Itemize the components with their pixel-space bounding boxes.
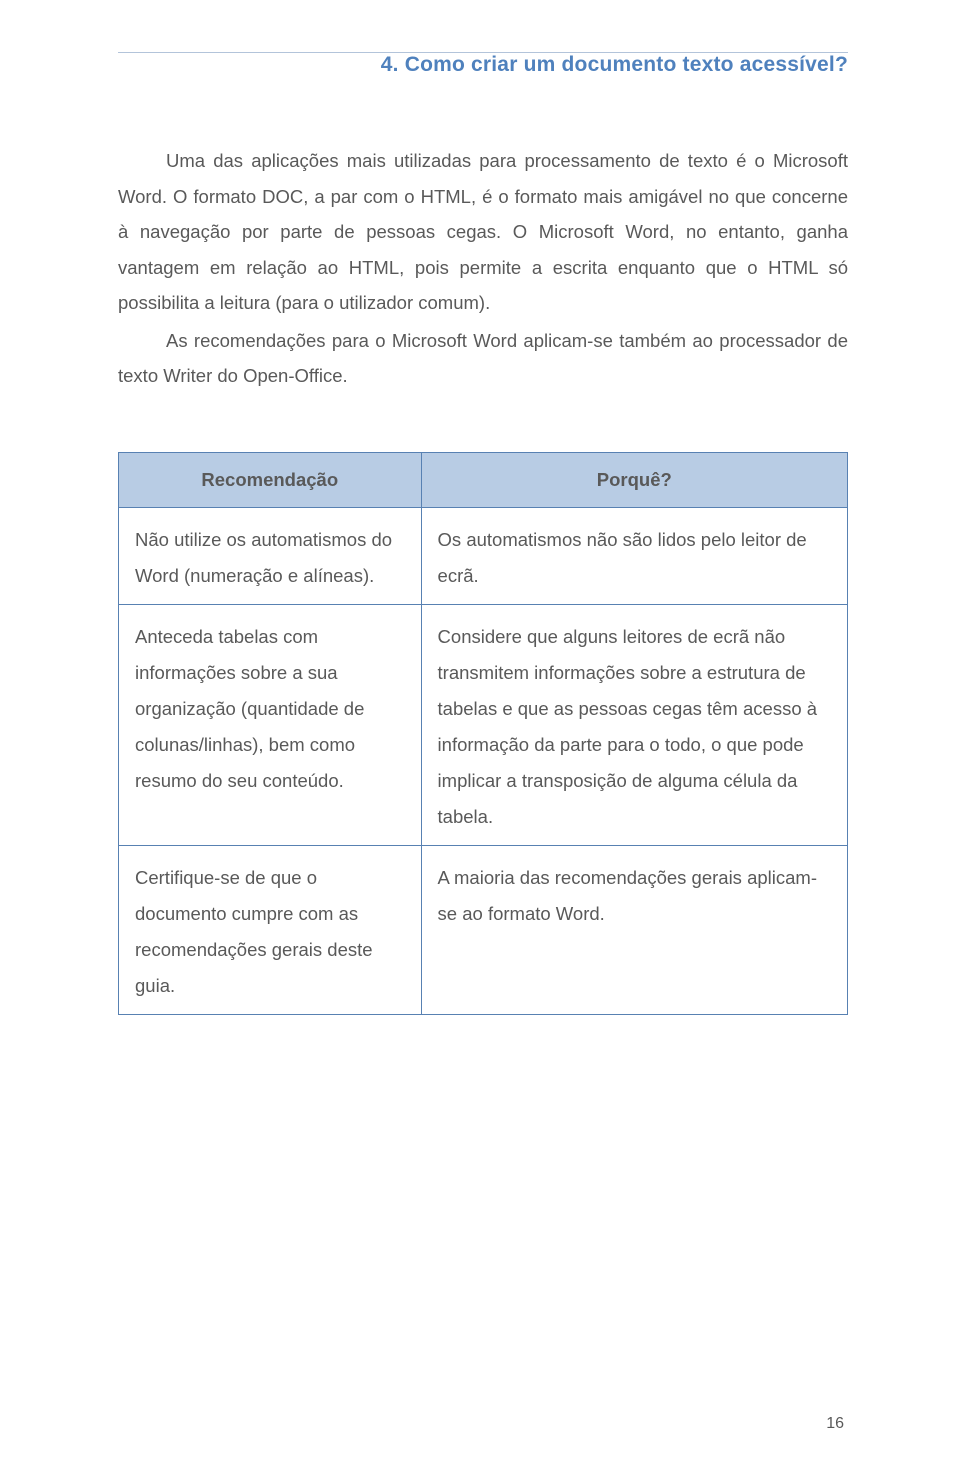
table-cell: Não utilize os automatismos do Word (num… xyxy=(119,507,422,604)
table-cell: Considere que alguns leitores de ecrã nã… xyxy=(421,604,847,845)
body-text: Uma das aplicações mais utilizadas para … xyxy=(118,143,848,394)
page: 4. Como criar um documento texto acessív… xyxy=(0,0,960,1459)
header-block: 4. Como criar um documento texto acessív… xyxy=(118,52,848,77)
table-header-row: Recomendação Porquê? xyxy=(119,452,848,507)
table-cell: Anteceda tabelas com informações sobre a… xyxy=(119,604,422,845)
recommendations-table: Recomendação Porquê? Não utilize os auto… xyxy=(118,452,848,1016)
paragraph-1: Uma das aplicações mais utilizadas para … xyxy=(118,143,848,321)
table-cell: A maioria das recomendações gerais aplic… xyxy=(421,846,847,1015)
table-row: Não utilize os automatismos do Word (num… xyxy=(119,507,848,604)
page-number: 16 xyxy=(826,1415,844,1433)
paragraph-2: As recomendações para o Microsoft Word a… xyxy=(118,323,848,394)
table-cell: Os automatismos não são lidos pelo leito… xyxy=(421,507,847,604)
table-cell: Certifique-se de que o documento cumpre … xyxy=(119,846,422,1015)
table-header-recomendacao: Recomendação xyxy=(119,452,422,507)
page-title: 4. Como criar um documento texto acessív… xyxy=(367,53,848,77)
table-row: Certifique-se de que o documento cumpre … xyxy=(119,846,848,1015)
table-header-porque: Porquê? xyxy=(421,452,847,507)
table-row: Anteceda tabelas com informações sobre a… xyxy=(119,604,848,845)
